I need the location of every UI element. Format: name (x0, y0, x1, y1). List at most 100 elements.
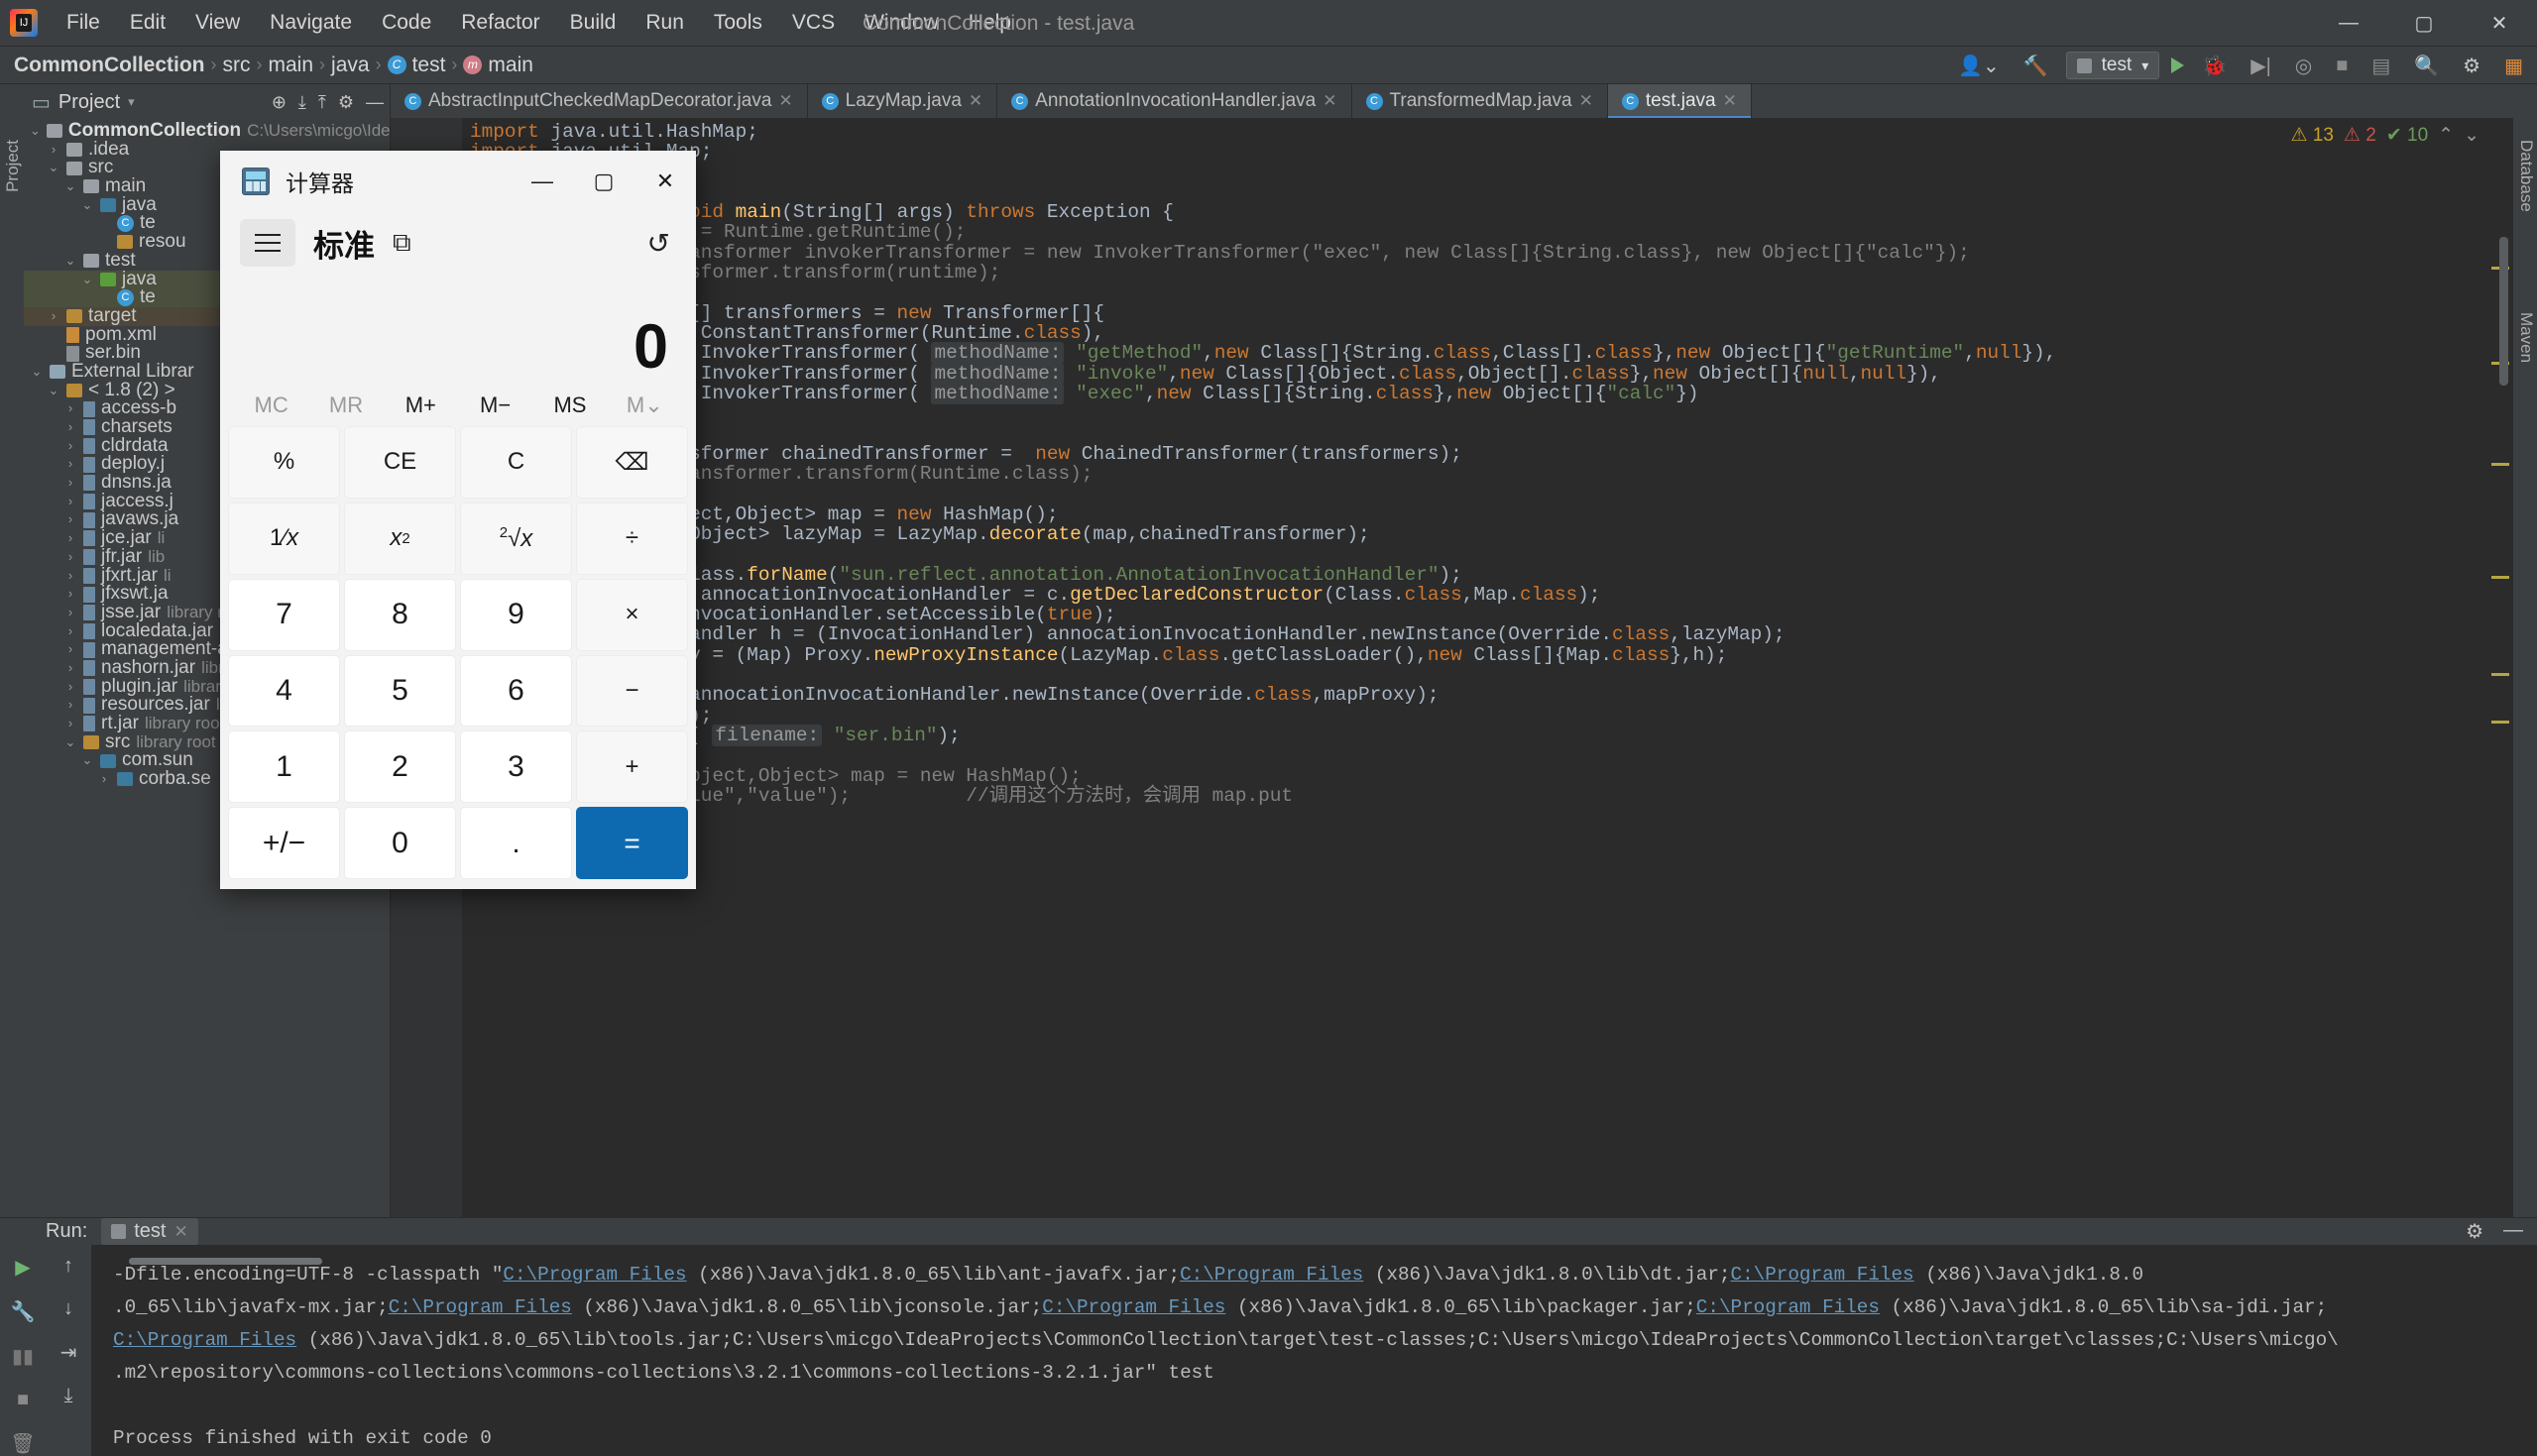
scroll-to-end-icon[interactable]: ⤓ (64, 1385, 73, 1407)
chevron-down-icon[interactable]: ⌄ (47, 382, 60, 400)
chevron-down-icon[interactable]: ⌄ (63, 177, 77, 196)
run-tab-test[interactable]: test ✕ (101, 1218, 198, 1245)
tool-window-maven[interactable]: Maven (2516, 312, 2536, 363)
close-icon[interactable]: ✕ (1723, 91, 1737, 111)
calc-key-0[interactable]: 0 (344, 807, 456, 879)
code-content[interactable]: import java.util.HashMap; import java.ut… (462, 118, 2513, 1217)
debug-icon[interactable]: 🐞 (2196, 52, 2233, 80)
console-link[interactable]: C:\Program Files (389, 1296, 572, 1318)
calculator-window[interactable]: 计算器 — ▢ ✕ 标准 ⧉ ↺ 0 MCMRM+M−MSM⌄ %CEC⌫1⁄x… (220, 151, 696, 889)
calc-key-9[interactable]: 9 (460, 579, 572, 651)
stop-icon[interactable]: ■ (2330, 53, 2354, 79)
pause-icon[interactable]: ▮▮ (12, 1344, 34, 1369)
window-minimize-button[interactable]: — (2311, 0, 2386, 47)
collapse-all-icon[interactable]: ⤒ (318, 92, 326, 113)
inspection-mark[interactable] (2491, 673, 2509, 676)
user-avatar-icon[interactable]: 👤⌄ (1952, 52, 2006, 80)
hide-panel-icon[interactable]: — (366, 92, 384, 113)
chevron-up-icon[interactable]: ⌃ (2438, 124, 2454, 147)
console-link[interactable]: C:\Program Files (1042, 1296, 1225, 1318)
inspection-mark[interactable] (2491, 721, 2509, 724)
calc-key-[interactable]: . (460, 807, 572, 879)
chevron-right-icon[interactable]: › (63, 715, 77, 733)
calc-key-2[interactable]: 2 (344, 730, 456, 803)
window-maximize-button[interactable]: ▢ (2386, 0, 2462, 47)
editor-tab[interactable]: test.java✕ (1608, 84, 1752, 118)
menu-item-file[interactable]: File (52, 7, 115, 39)
expand-all-icon[interactable]: ⤓ (298, 92, 306, 113)
calc-key-1x[interactable]: 1⁄x (228, 503, 340, 575)
layout-icon[interactable]: ▤ (2365, 52, 2396, 80)
chevron-right-icon[interactable]: › (63, 418, 77, 437)
calc-key-[interactable]: − (576, 655, 688, 728)
chevron-right-icon[interactable]: › (63, 548, 77, 567)
chevron-right-icon[interactable]: › (63, 604, 77, 622)
editor-tab[interactable]: LazyMap.java✕ (808, 84, 997, 118)
calc-key-C[interactable]: C (460, 426, 572, 499)
breadcrumb-item-project[interactable]: CommonCollection (14, 54, 205, 77)
menu-item-edit[interactable]: Edit (115, 7, 180, 39)
calculator-minimize-button[interactable]: — (512, 151, 573, 212)
console-horizontal-scrollbar[interactable] (129, 1258, 322, 1265)
console-link[interactable]: C:\Program Files (503, 1264, 686, 1286)
calc-key-4[interactable]: 4 (228, 655, 340, 728)
memory-key-mc[interactable]: MC (234, 392, 308, 418)
run-button[interactable] (2171, 57, 2184, 73)
chevron-right-icon[interactable]: › (63, 529, 77, 548)
soft-wrap-icon[interactable]: ⇥ (60, 1340, 77, 1365)
chevron-right-icon[interactable]: › (63, 510, 77, 529)
calc-key-3[interactable]: 3 (460, 730, 572, 803)
chevron-right-icon[interactable]: › (63, 696, 77, 715)
console-link[interactable]: C:\Program Files (1696, 1296, 1880, 1318)
chevron-right-icon[interactable]: › (47, 307, 60, 326)
close-icon[interactable]: ✕ (969, 91, 982, 111)
tree-root-row[interactable]: ⌄ CommonCollection C:\Users\micgo\IdeaPr… (24, 122, 390, 141)
wrench-icon[interactable]: 🔧 (11, 1299, 36, 1324)
close-icon[interactable]: ✕ (1579, 91, 1593, 111)
tool-window-project[interactable]: Project (3, 140, 23, 192)
inspection-mark[interactable] (2491, 463, 2509, 466)
editor-tab[interactable]: AnnotationInvocationHandler.java✕ (997, 84, 1351, 118)
chevron-down-icon[interactable]: ⌄ (2464, 124, 2479, 147)
notification-icon[interactable]: ▦ (2498, 52, 2529, 80)
console-output[interactable]: -Dfile.encoding=UTF-8 -classpath "C:\Pro… (91, 1245, 2537, 1456)
chevron-down-icon[interactable]: ⌄ (63, 252, 77, 271)
menu-item-run[interactable]: Run (631, 7, 699, 39)
console-link[interactable]: C:\Program Files (1180, 1264, 1363, 1286)
chevron-right-icon[interactable]: › (63, 659, 77, 678)
calculator-maximize-button[interactable]: ▢ (573, 151, 634, 212)
locate-icon[interactable]: ⊕ (272, 92, 287, 113)
chevron-down-icon[interactable]: ▾ (128, 94, 135, 110)
calc-key-x[interactable]: 2√x (460, 503, 572, 575)
calc-key-[interactable]: % (228, 426, 340, 499)
memory-key-m[interactable]: M− (458, 392, 532, 418)
menu-item-view[interactable]: View (180, 7, 255, 39)
profile-icon[interactable]: ◎ (2289, 52, 2318, 80)
chevron-down-icon[interactable]: ⌄ (30, 363, 44, 382)
calculator-close-button[interactable]: ✕ (634, 151, 696, 212)
gear-icon[interactable]: ⚙ (2466, 1219, 2483, 1244)
calc-key-[interactable]: +/− (228, 807, 340, 879)
chevron-down-icon[interactable]: ⌄ (47, 159, 60, 177)
editor-scrollbar[interactable] (2499, 237, 2508, 386)
menu-item-navigate[interactable]: Navigate (255, 7, 367, 39)
calc-key-[interactable]: = (576, 807, 688, 879)
settings-gear-icon[interactable]: ⚙ (338, 92, 354, 113)
memory-key-m[interactable]: M⌄ (608, 392, 682, 418)
chevron-right-icon[interactable]: › (97, 770, 111, 789)
calc-key-CE[interactable]: CE (344, 426, 456, 499)
trash-icon[interactable]: 🗑 (10, 1431, 35, 1456)
rerun-icon[interactable]: ▶ (15, 1255, 30, 1280)
hide-panel-icon[interactable]: — (2503, 1219, 2523, 1244)
calc-key-1[interactable]: 1 (228, 730, 340, 803)
chevron-right-icon[interactable]: › (63, 622, 77, 641)
chevron-down-icon[interactable]: ⌄ (63, 733, 77, 752)
chevron-right-icon[interactable]: › (47, 141, 60, 160)
gear-icon[interactable]: ⚙ (2457, 52, 2486, 80)
chevron-down-icon[interactable]: ⌄ (80, 196, 94, 215)
code-editor[interactable]: 41424344454647484950 import java.util.Ha… (391, 118, 2513, 1217)
arrow-down-icon[interactable]: ↓ (63, 1297, 73, 1320)
tool-window-database[interactable]: Database (2516, 140, 2536, 212)
close-icon[interactable]: ✕ (174, 1222, 188, 1242)
chevron-right-icon[interactable]: › (63, 437, 77, 456)
